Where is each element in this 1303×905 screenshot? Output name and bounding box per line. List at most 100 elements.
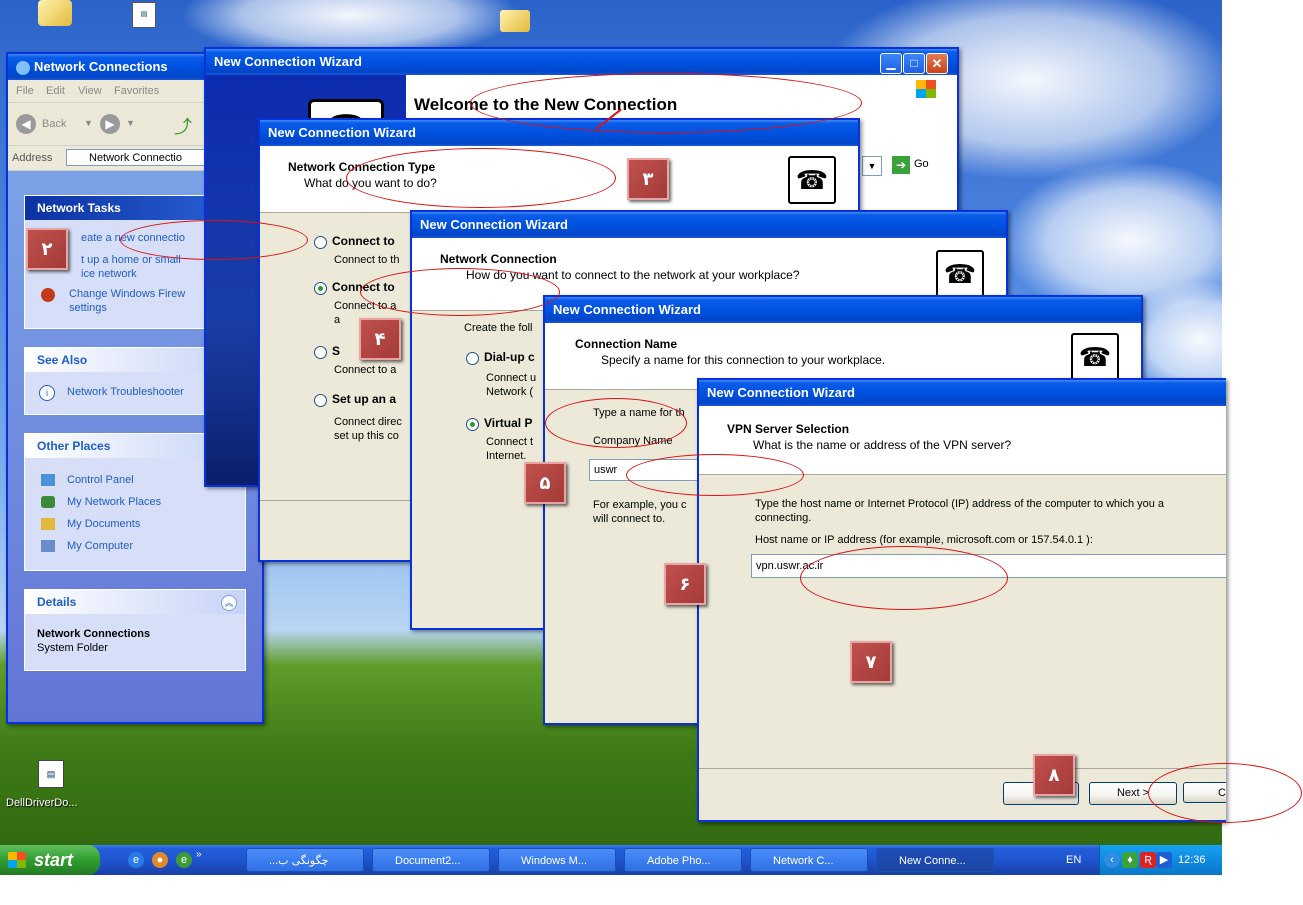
desktop-icon-label[interactable]: DellDriverDo...: [6, 797, 78, 809]
connection-icon: ☎: [788, 156, 836, 204]
radio-dialup[interactable]: [466, 352, 479, 365]
annotation-step-7: ۷: [850, 641, 892, 683]
go-icon[interactable]: ➔: [892, 156, 910, 174]
wizard-subheading: What do you want to do?: [304, 176, 437, 190]
folder-icon[interactable]: [500, 10, 530, 32]
browser-icon[interactable]: e: [176, 852, 192, 868]
tray-media-icon[interactable]: ▶: [1156, 852, 1172, 868]
maximize-button[interactable]: □: [903, 53, 925, 74]
go-label[interactable]: Go: [914, 158, 929, 170]
wizard-header: VPN Server Selection What is the name or…: [699, 406, 1226, 475]
menu-view[interactable]: View: [78, 85, 102, 97]
option-dialup-desc: Connect u: [486, 372, 537, 384]
task-setup-network-line2[interactable]: ice network: [81, 268, 137, 280]
address-dropdown-icon[interactable]: ▼: [862, 156, 882, 176]
option-setup-advanced-desc2: set up this co: [334, 430, 399, 442]
language-indicator[interactable]: EN: [1066, 845, 1081, 875]
task-change-firewall[interactable]: Change Windows Firew: [69, 288, 185, 300]
file-icon[interactable]: ▤: [132, 2, 156, 28]
radio-connect-workplace[interactable]: [314, 282, 327, 295]
control-panel-icon: [41, 474, 55, 486]
radio-vpn[interactable]: [466, 418, 479, 431]
cancel-button[interactable]: C: [1183, 782, 1226, 803]
annotation-step-4: ۴: [359, 318, 401, 360]
menu-favorites[interactable]: Favorites: [114, 85, 159, 97]
annotation-step-6: ۶: [664, 563, 706, 605]
up-folder-icon[interactable]: ⤴: [174, 113, 192, 139]
ie-icon[interactable]: e: [128, 852, 144, 868]
taskbar-document2[interactable]: Document2...: [372, 848, 490, 872]
option-setup-advanced[interactable]: Set up an a: [332, 392, 396, 406]
wizard-titlebar[interactable]: New Connection Wizard: [545, 297, 1141, 323]
menu-edit[interactable]: Edit: [46, 85, 65, 97]
wizard-heading: Connection Name: [575, 337, 678, 351]
other-places-control-panel[interactable]: Control Panel: [67, 474, 134, 486]
other-places-computer[interactable]: My Computer: [67, 540, 133, 552]
details-panel: Details ︽ Network Connections System Fol…: [24, 589, 246, 671]
company-name-label: Company Name: [593, 435, 673, 447]
details-header[interactable]: Details: [25, 590, 245, 614]
option-connect-workplace[interactable]: Connect to: [332, 280, 395, 294]
chevron-down-icon[interactable]: ▼: [126, 118, 135, 128]
wizard-titlebar[interactable]: New Connection Wizard: [699, 380, 1226, 406]
option-dialup[interactable]: Dial-up c: [484, 350, 535, 364]
details-type: System Folder: [37, 642, 108, 654]
divider: [699, 768, 1226, 769]
vpn-instruction: Type the host name or Internet Protocol …: [755, 498, 1165, 510]
taskbar-adobe-photoshop[interactable]: Adobe Pho...: [624, 848, 742, 872]
task-setup-network[interactable]: t up a home or small: [81, 254, 181, 266]
wizard-heading: Network Connection Type: [288, 160, 436, 174]
window-title: Network Connections: [34, 59, 168, 74]
details-name: Network Connections: [37, 628, 151, 640]
wizard-titlebar[interactable]: New Connection Wizard: [206, 49, 957, 75]
media-icon[interactable]: ●: [152, 852, 168, 868]
address-label: Address: [12, 152, 53, 164]
close-button[interactable]: ✕: [926, 53, 948, 74]
taskbar-network-connections[interactable]: Network C...: [750, 848, 868, 872]
collapse-icon[interactable]: ︽: [221, 595, 237, 611]
option-connect-internet[interactable]: Connect to: [332, 234, 395, 248]
host-input[interactable]: vpn.uswr.ac.ir: [751, 554, 1226, 578]
quicklaunch-more-icon[interactable]: »: [196, 849, 202, 860]
tray-arrow-icon[interactable]: ‹: [1104, 852, 1120, 868]
other-places-network-places[interactable]: My Network Places: [67, 496, 161, 508]
taskbar-new-connection-wizard[interactable]: New Conne...: [876, 848, 994, 872]
wizard-titlebar[interactable]: New Connection Wizard: [412, 212, 1006, 238]
option-setup-advanced-desc: Connect direc: [334, 416, 402, 428]
option-setup-network[interactable]: S: [332, 344, 340, 358]
wizard-subheading: Specify a name for this connection to yo…: [601, 353, 886, 367]
back-label[interactable]: Back: [42, 118, 66, 130]
radio-connect-internet[interactable]: [314, 236, 327, 249]
back-icon[interactable]: ◀: [16, 114, 36, 134]
folder-icon[interactable]: [38, 0, 72, 26]
tray-security-icon[interactable]: Ʀ: [1140, 852, 1156, 868]
desktop-file-icon[interactable]: ▤: [38, 760, 64, 788]
menu-file[interactable]: File: [16, 85, 34, 97]
wizard-titlebar[interactable]: New Connection Wizard: [260, 120, 858, 146]
see-also-troubleshooter[interactable]: Network Troubleshooter: [67, 386, 184, 398]
wizard-heading: Network Connection: [440, 252, 557, 266]
network-places-icon: [41, 496, 55, 508]
radio-setup-advanced[interactable]: [314, 394, 327, 407]
next-button[interactable]: Next >: [1089, 782, 1177, 805]
taskbar-windows-media[interactable]: Windows M...: [498, 848, 616, 872]
minimize-button[interactable]: ▁: [880, 53, 902, 74]
firewall-icon: [41, 288, 55, 302]
other-places-documents[interactable]: My Documents: [67, 518, 140, 530]
task-create-connection[interactable]: eate a new connectio: [81, 232, 185, 244]
annotation-step-8: ۸: [1033, 754, 1075, 796]
annotation-step-2: ۲: [26, 228, 68, 270]
task-change-firewall-line2[interactable]: settings: [69, 302, 107, 314]
windows-flag-icon: [8, 852, 26, 868]
windows-logo-icon: [916, 80, 936, 98]
chevron-down-icon[interactable]: ▼: [84, 118, 93, 128]
radio-setup-network[interactable]: [314, 346, 327, 359]
system-tray: EN ‹ ♦ Ʀ ▶ 12:36 PM: [1066, 845, 1222, 896]
forward-icon[interactable]: ▶: [100, 114, 120, 134]
option-vpn[interactable]: Virtual P: [484, 416, 532, 430]
taskbar: start e ● e » ...چگونگی ب Document2... W…: [0, 845, 1222, 896]
start-button[interactable]: start: [0, 845, 100, 875]
create-following-text: Create the foll: [464, 322, 533, 334]
taskbar-word-doc1[interactable]: ...چگونگی ب: [246, 848, 364, 872]
tray-network-icon[interactable]: ♦: [1122, 852, 1138, 868]
